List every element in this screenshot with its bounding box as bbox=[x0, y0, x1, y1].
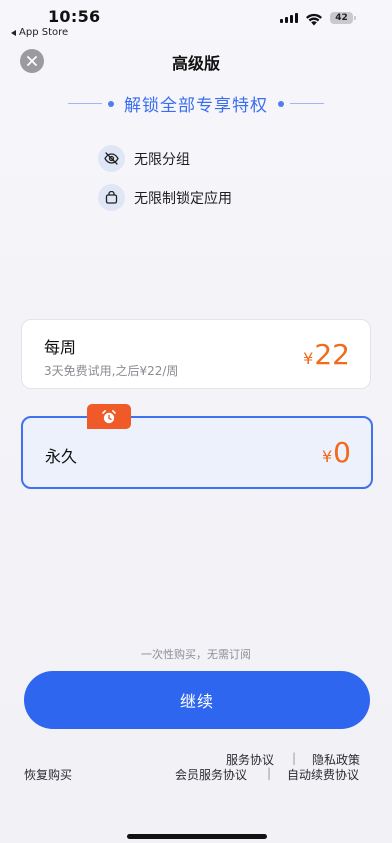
plan-name: 永久 bbox=[45, 447, 78, 466]
plan-price: ¥ 22 bbox=[303, 338, 350, 371]
restore-purchase-link[interactable]: 恢复购买 bbox=[24, 766, 72, 783]
plan-option-weekly[interactable]: 每周 3天免费试用,之后¥22/周 ¥ 22 bbox=[21, 319, 371, 389]
plan-subtitle: 3天免费试用,之后¥22/周 bbox=[44, 364, 179, 378]
plan-price: ¥ 0 bbox=[322, 436, 351, 469]
price-amount: 22 bbox=[314, 338, 350, 371]
status-time: 10:56 bbox=[48, 7, 101, 26]
divider-right bbox=[290, 103, 324, 104]
footer-separator: | bbox=[267, 766, 272, 780]
auto-renew-agreement-link[interactable]: 自动续费协议 bbox=[287, 766, 359, 783]
lock-app-icon bbox=[98, 184, 125, 211]
continue-button[interactable]: 继续 bbox=[24, 671, 370, 729]
unlock-heading-text: 解锁全部专享特权 bbox=[124, 96, 268, 116]
back-arrow-icon bbox=[11, 29, 16, 36]
feature-unlimited-lock: 无限制锁定应用 bbox=[98, 184, 232, 211]
plan-name: 每周 bbox=[44, 338, 77, 357]
member-service-agreement-link[interactable]: 会员服务协议 bbox=[175, 766, 247, 783]
feature-label: 无限制锁定应用 bbox=[134, 190, 232, 207]
wifi-icon bbox=[305, 11, 323, 30]
back-app-label: App Store bbox=[19, 27, 69, 38]
footer-separator: | bbox=[292, 751, 297, 765]
dot-right bbox=[278, 100, 284, 107]
currency-symbol: ¥ bbox=[303, 349, 314, 368]
alarm-badge bbox=[87, 404, 131, 429]
alarm-clock-icon bbox=[102, 409, 116, 423]
plan-option-lifetime[interactable]: 永久 ¥ 0 bbox=[21, 416, 373, 489]
feature-label: 无限分组 bbox=[134, 151, 190, 168]
page-title: 高级版 bbox=[171, 54, 220, 73]
one-time-purchase-note: 一次性购买，无需订阅 bbox=[141, 648, 251, 661]
home-indicator[interactable] bbox=[127, 834, 267, 839]
unlock-heading: 解锁全部专享特权 bbox=[0, 91, 392, 116]
currency-symbol: ¥ bbox=[321, 447, 333, 466]
price-amount: 0 bbox=[333, 436, 351, 469]
battery-indicator: 42 bbox=[330, 12, 356, 24]
dot-left bbox=[108, 100, 114, 107]
divider-left bbox=[68, 103, 102, 104]
battery-level: 42 bbox=[335, 13, 348, 23]
cellular-signal-icon bbox=[280, 13, 298, 23]
back-to-app-link[interactable]: App Store bbox=[11, 27, 68, 38]
feature-unlimited-groups: 无限分组 bbox=[98, 145, 190, 172]
eye-off-icon bbox=[98, 145, 125, 172]
